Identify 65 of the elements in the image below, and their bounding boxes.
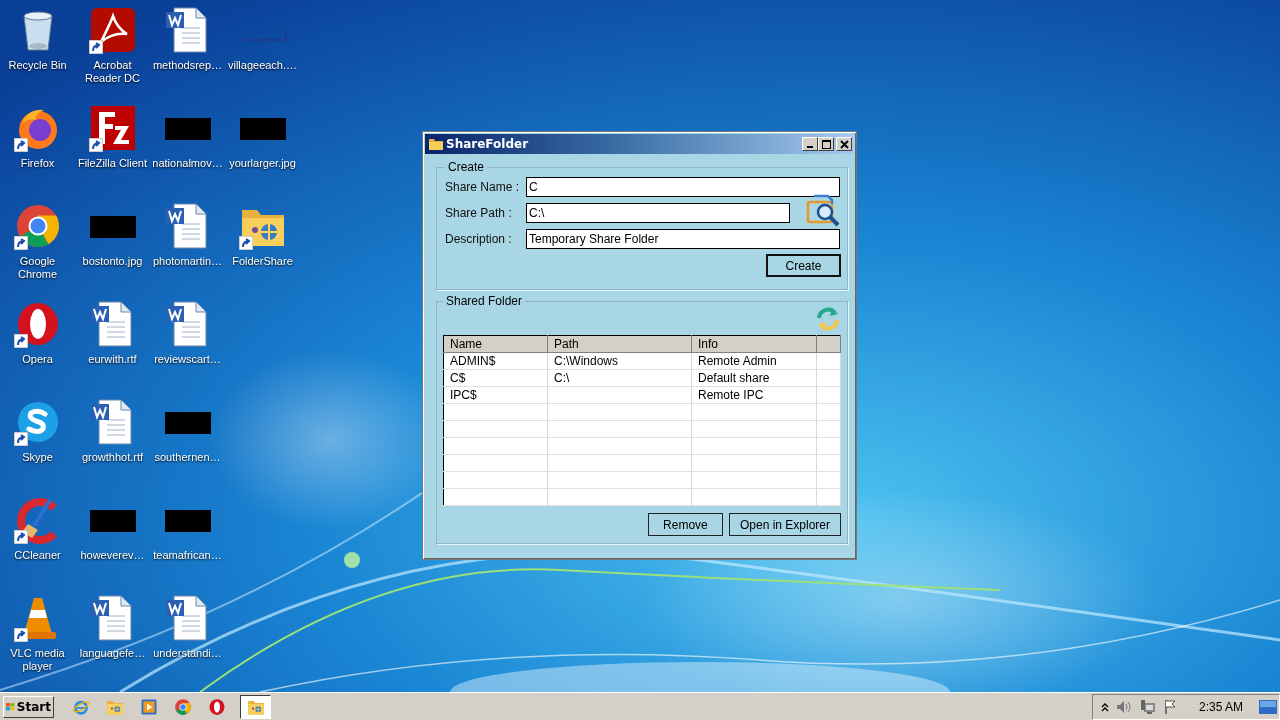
column-header[interactable]: Name — [443, 335, 548, 353]
text-field[interactable]: C — [526, 177, 840, 197]
maximize-icon — [821, 139, 831, 149]
image-thumbnail-icon — [242, 28, 287, 41]
desktop-icon-label[interactable]: yourlarger.jpg — [225, 157, 300, 170]
column-header[interactable]: Info — [691, 335, 817, 353]
create-button[interactable]: Create — [766, 254, 841, 277]
table-cell: C:\Windows — [547, 352, 692, 370]
media-player-icon — [140, 697, 158, 716]
field-label: Share Name : — [445, 180, 521, 194]
table-cell: C$ — [443, 369, 548, 387]
desktop-icon-label[interactable]: FileZilla Client — [75, 157, 150, 170]
desktop-icon-label[interactable]: CCleaner — [0, 549, 75, 562]
desktop-icon-label[interactable]: Acrobat Reader DC — [75, 59, 150, 85]
desktop-icon-label[interactable]: eurwith.rtf — [75, 353, 150, 366]
clock[interactable]: 2:35 AM — [1198, 699, 1243, 714]
desktop-icon-label[interactable]: nationalmov… — [150, 157, 225, 170]
desktop-icon-label[interactable]: growthhot.rtf — [75, 451, 150, 464]
group-title: Create — [447, 160, 486, 174]
taskbar-app-button[interactable] — [240, 694, 271, 719]
shares-table[interactable]: Name Path Info ADMIN$ C:\Windows Remote Admin C$ C:\ Default share IPC$ Remote IPC — [443, 335, 841, 506]
field-label: Share Path : — [445, 206, 513, 220]
desktop-icon-label[interactable]: reviewscart… — [150, 353, 225, 366]
start-button[interactable]: Start — [3, 695, 54, 718]
opera-icon — [208, 697, 226, 716]
desktop-icon-label[interactable]: Recycle Bin — [0, 59, 75, 72]
chrome-icon — [174, 697, 192, 716]
column-header[interactable]: Path — [547, 335, 692, 353]
desktop-icon-label[interactable]: FolderShare — [225, 255, 300, 268]
text-field[interactable]: Temporary Share Folder — [526, 229, 840, 249]
desktop-icon-label[interactable]: Firefox — [0, 157, 75, 170]
close-icon — [839, 139, 849, 149]
desktop-icon-label[interactable]: Google Chrome — [0, 255, 75, 281]
table-cell: Remote Admin — [691, 352, 817, 370]
table-cell: Remote IPC — [691, 386, 817, 404]
desktop-icon-label[interactable]: teamafrican… — [150, 549, 225, 562]
show-desktop-icon[interactable] — [1259, 699, 1277, 714]
window-title: ShareFolder — [446, 137, 530, 151]
chevron-up-icon[interactable] — [1100, 701, 1109, 712]
action-button[interactable]: Open in Explorer — [728, 513, 841, 536]
text-field[interactable]: C:\ — [526, 203, 790, 223]
desktop-icon-label[interactable]: understandi… — [150, 647, 225, 660]
close-button[interactable] — [836, 137, 852, 151]
desktop-icon-label[interactable]: Skype — [0, 451, 75, 464]
desktop-icon-label[interactable]: howeverev… — [75, 549, 150, 562]
desktop-icon-label[interactable]: Opera — [0, 353, 75, 366]
table-cell: IPC$ — [443, 386, 548, 404]
network-icon[interactable] — [1138, 698, 1157, 715]
minimize-button[interactable] — [802, 137, 818, 151]
table-cell: ADMIN$ — [443, 352, 548, 370]
desktop-icon-label[interactable]: southernen… — [150, 451, 225, 464]
desktop-icon-label[interactable]: VLC media player — [0, 647, 75, 673]
folder-icon — [428, 136, 444, 152]
action-button[interactable]: Remove — [647, 513, 723, 536]
folder-search-icon[interactable] — [806, 194, 840, 228]
field-label: Description : — [445, 232, 513, 246]
group-title: Shared Folder — [445, 294, 524, 308]
maximize-button[interactable] — [818, 137, 834, 151]
desktop-icon-label[interactable]: methodsrep… — [150, 59, 225, 72]
table-cell: Default share — [691, 369, 817, 387]
desktop-icon-label[interactable]: languagefe… — [75, 647, 150, 660]
desktop-icon-label[interactable]: photomartin… — [150, 255, 225, 268]
desktop-icon-label[interactable]: villageeach.… — [225, 59, 300, 72]
table-cell: C:\ — [547, 369, 692, 387]
desktop-icon-label[interactable]: bostonto.jpg — [75, 255, 150, 268]
